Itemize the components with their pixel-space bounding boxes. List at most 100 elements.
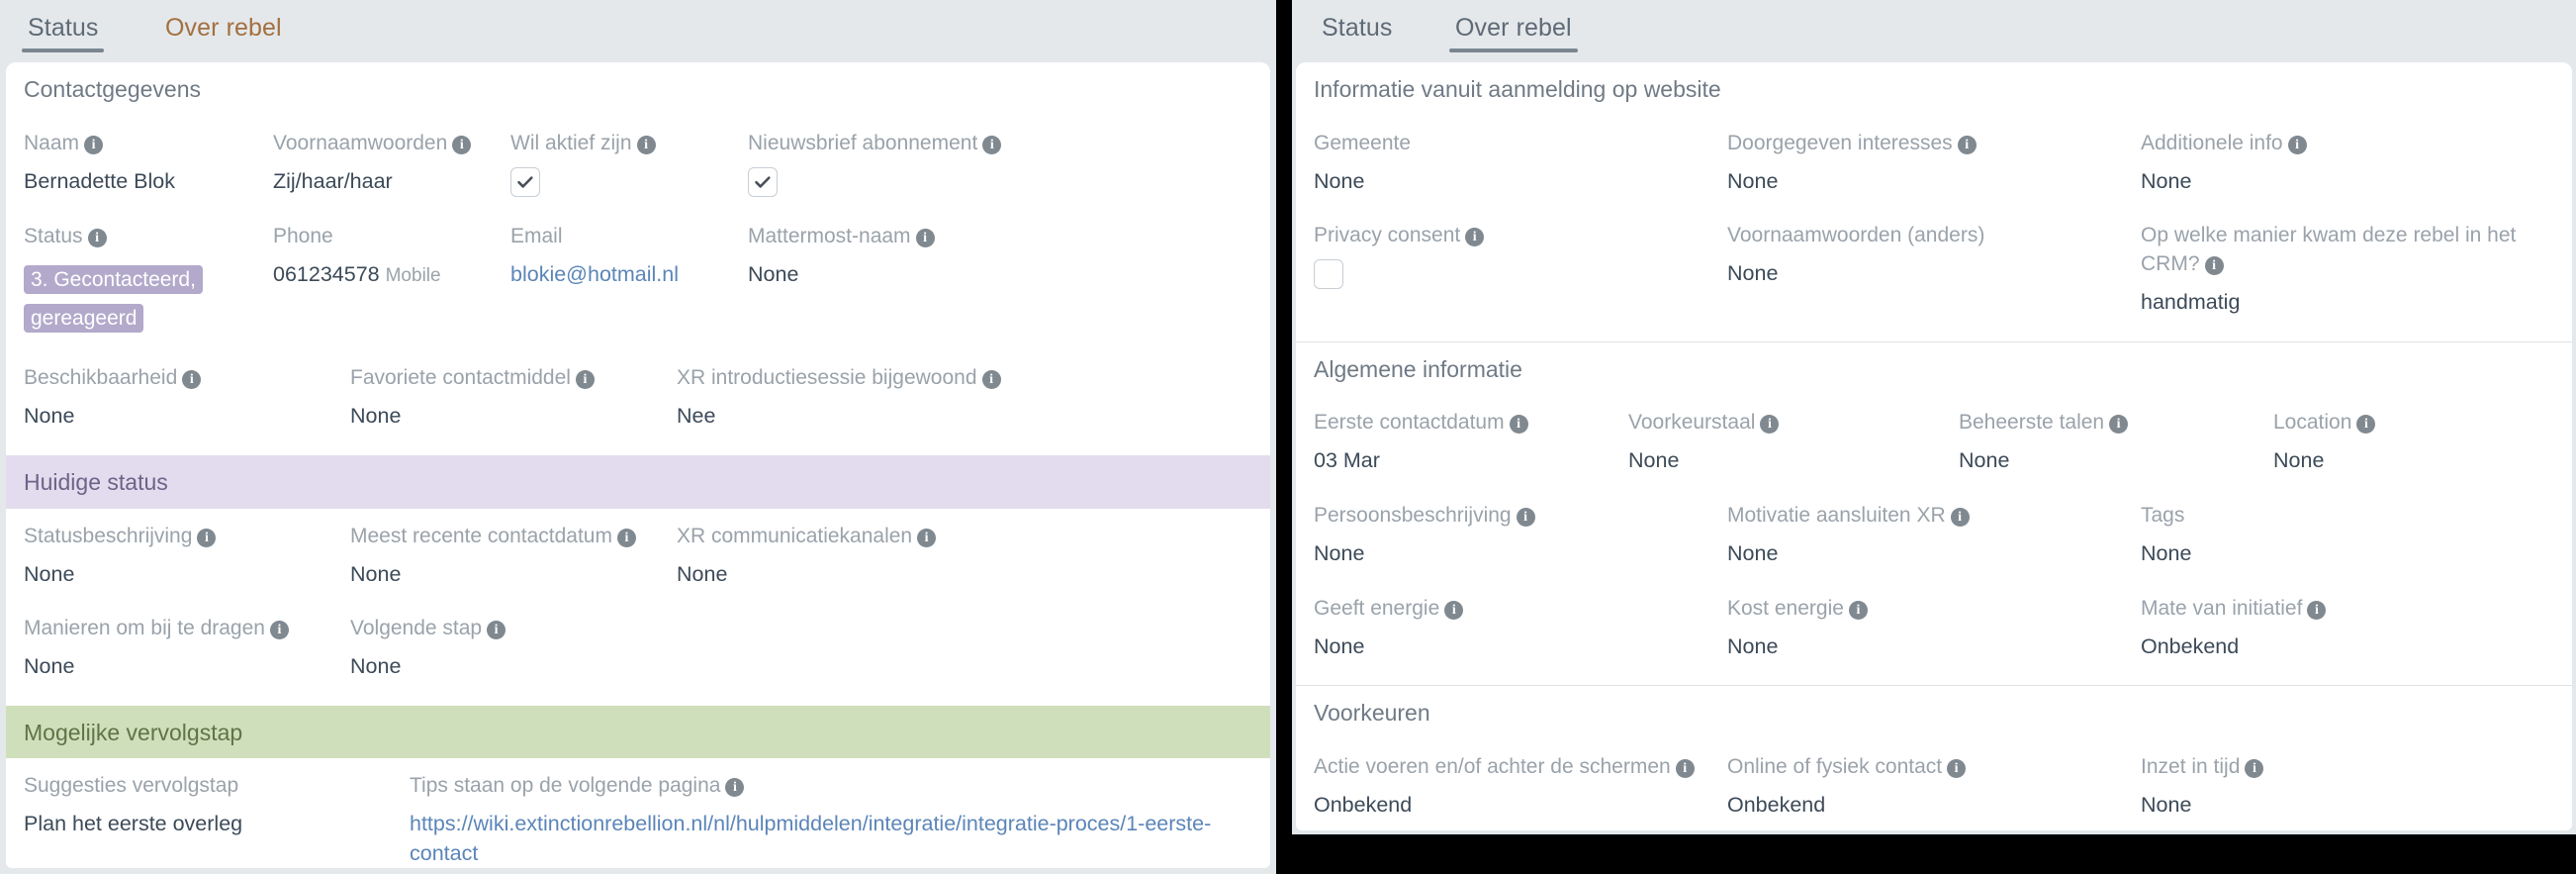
field-label: Wil aktief zijn i — [510, 130, 730, 158]
field-label: Voornaamwoorden (anders) — [1727, 222, 2123, 250]
field-label: Suggesties vervolgstap — [24, 772, 392, 801]
field-value: None — [350, 402, 659, 432]
field-label-text: Voornaamwoorden (anders) — [1727, 224, 1985, 247]
info-icon[interactable]: i — [269, 621, 289, 640]
tab-status[interactable]: Status — [18, 10, 108, 56]
info-icon[interactable]: i — [2356, 415, 2376, 435]
tab-label: Status — [1322, 14, 1393, 42]
field-statusbeschrijving: Statusbeschrijving i None — [24, 509, 350, 602]
info-icon[interactable]: i — [917, 528, 937, 547]
checkbox-checked[interactable] — [748, 166, 778, 197]
field-label-text: Naam — [24, 131, 80, 154]
info-icon[interactable]: i — [1947, 758, 1967, 778]
info-icon[interactable]: i — [1516, 508, 1535, 528]
field-mattermost-naam: Mattermost-naam i None — [748, 209, 1252, 351]
field-naam: Naam i Bernadette Blok — [24, 116, 273, 209]
field-value-text: None — [350, 561, 402, 586]
field-actie-voeren-en-of-achter-de-schermen: Actie voeren en/of achter de schermen i On… — [1314, 739, 1727, 830]
field-voornaamwoorden: Voornaamwoorden i Zij/haar/haar — [273, 116, 510, 209]
tab-over-rebel[interactable]: Over rebel — [1445, 10, 1582, 56]
field-label-text: Tips staan op de volgende pagina — [410, 774, 721, 798]
info-icon[interactable]: i — [575, 370, 595, 390]
field-label-text: Geeft energie — [1314, 596, 1440, 620]
info-icon[interactable]: i — [182, 370, 202, 390]
field-label: XR introductiesessie bijgewoond i — [677, 364, 1235, 393]
field-location: Location i None — [2273, 395, 2554, 488]
info-icon[interactable]: i — [452, 135, 472, 154]
field-label: Op welke manier kwam deze rebel in het C… — [2141, 222, 2536, 279]
field-row: Manieren om bij te dragen i None Volgende s… — [6, 601, 1270, 694]
field-value-text: None — [2273, 448, 2325, 473]
tab-label: Over rebel — [1455, 14, 1572, 42]
field-mate-van-initiatief: Mate van initiatief i Onbekend — [2141, 581, 2554, 674]
field-value-link[interactable]: blokie@hotmail.nl — [510, 260, 730, 290]
tab-status[interactable]: Status — [1312, 10, 1402, 56]
field-value-text: None — [1959, 448, 2010, 473]
field-kost-energie: Kost energie i None — [1727, 581, 2141, 674]
info-icon[interactable]: i — [2204, 256, 2224, 276]
info-icon[interactable]: i — [981, 370, 1001, 390]
field-label: Doorgegeven interesses i — [1727, 130, 2123, 158]
info-icon[interactable]: i — [84, 135, 104, 154]
field-label-text: Statusbeschrijving — [24, 524, 193, 547]
field-label: Tips staan op de volgende pagina i — [410, 772, 1235, 801]
info-icon[interactable]: i — [725, 778, 745, 798]
info-icon[interactable]: i — [1848, 600, 1868, 620]
field-label-text: Volgende stap — [350, 617, 483, 640]
field-manieren-om-bij-te-dragen: Manieren om bij te dragen i None — [24, 601, 350, 694]
field-value-text: None — [1727, 541, 1779, 565]
info-icon[interactable]: i — [1950, 508, 1970, 528]
field-value: None — [24, 652, 332, 682]
field-value-link[interactable]: https://wiki.extinctionrebellion.nl/nl/h… — [410, 810, 1235, 868]
field-value: None — [2141, 791, 2536, 821]
info-icon[interactable]: i — [1509, 415, 1528, 435]
info-icon[interactable]: i — [1465, 228, 1485, 247]
tab-over-rebel[interactable]: Over rebel — [155, 10, 292, 56]
field-value-text: Zij/haar/haar — [273, 168, 393, 193]
info-icon[interactable]: i — [1444, 600, 1464, 620]
field-op-welke-manier-kwam-deze-rebel-in-het-crm: Op welke manier kwam deze rebel in het C… — [2141, 208, 2554, 330]
info-icon[interactable]: i — [87, 228, 107, 247]
info-icon[interactable]: i — [1957, 135, 1977, 154]
section-title-text: Informatie vanuit aanmelding op website — [1314, 76, 1721, 102]
info-icon[interactable]: i — [487, 621, 506, 640]
info-icon[interactable]: i — [636, 135, 656, 154]
field-label-text: Manieren om bij te dragen — [24, 617, 265, 640]
tab-label: Over rebel — [165, 14, 282, 42]
info-icon[interactable]: i — [2245, 758, 2264, 778]
field-row: Status i 3. Gecontacteerd, gereageerd Phone… — [6, 209, 1270, 351]
checkbox-unchecked[interactable] — [1314, 259, 1343, 290]
info-icon[interactable]: i — [1675, 758, 1695, 778]
status-badge[interactable]: 3. Gecontacteerd, gereageerd — [24, 264, 203, 334]
field-label: Online of fysiek contact i — [1727, 753, 2123, 782]
field-value-text: Nee — [677, 404, 716, 429]
info-icon[interactable]: i — [915, 228, 935, 247]
field-label: Meest recente contactdatum i — [350, 523, 659, 551]
info-icon[interactable]: i — [2109, 415, 2129, 435]
checkbox-checked[interactable] — [510, 166, 540, 197]
info-icon[interactable]: i — [2287, 135, 2307, 154]
field-label-text: Inzet in tijd — [2141, 754, 2241, 778]
info-icon[interactable]: i — [1760, 415, 1780, 435]
field-row: Statusbeschrijving i None Meest recente con… — [6, 509, 1270, 602]
section-title-mogelijke-vervolgstap: Mogelijke vervolgstap — [6, 705, 1270, 759]
field-label: Additionele info i — [2141, 130, 2536, 158]
field-label-text: Online of fysiek contact — [1727, 754, 1943, 778]
field-meest-recente-contactdatum: Meest recente contactdatum i None — [350, 509, 677, 602]
field-label-text: Meest recente contactdatum — [350, 524, 612, 547]
field-value-text: Onbekend — [2141, 633, 2240, 658]
field-value: 061234578 Mobile — [273, 260, 493, 290]
field-label: Inzet in tijd i — [2141, 753, 2536, 782]
info-icon[interactable]: i — [982, 135, 1002, 154]
info-icon[interactable]: i — [2307, 600, 2327, 620]
field-label-text: Favoriete contactmiddel — [350, 366, 571, 390]
info-icon[interactable]: i — [616, 528, 636, 547]
field-value-text: None — [1314, 168, 1365, 193]
field-label-text: XR introductiesessie bijgewoond — [677, 366, 977, 390]
info-icon[interactable]: i — [197, 528, 217, 547]
field-value-text: None — [1727, 633, 1779, 658]
active-tab-underline — [1449, 49, 1578, 52]
right-panel-tabbar: Status Over rebel — [1292, 0, 2576, 62]
field-value-text: 061234578 — [273, 261, 380, 286]
field-xr-communicatiekanalen: XR communicatiekanalen i None — [677, 509, 1252, 602]
